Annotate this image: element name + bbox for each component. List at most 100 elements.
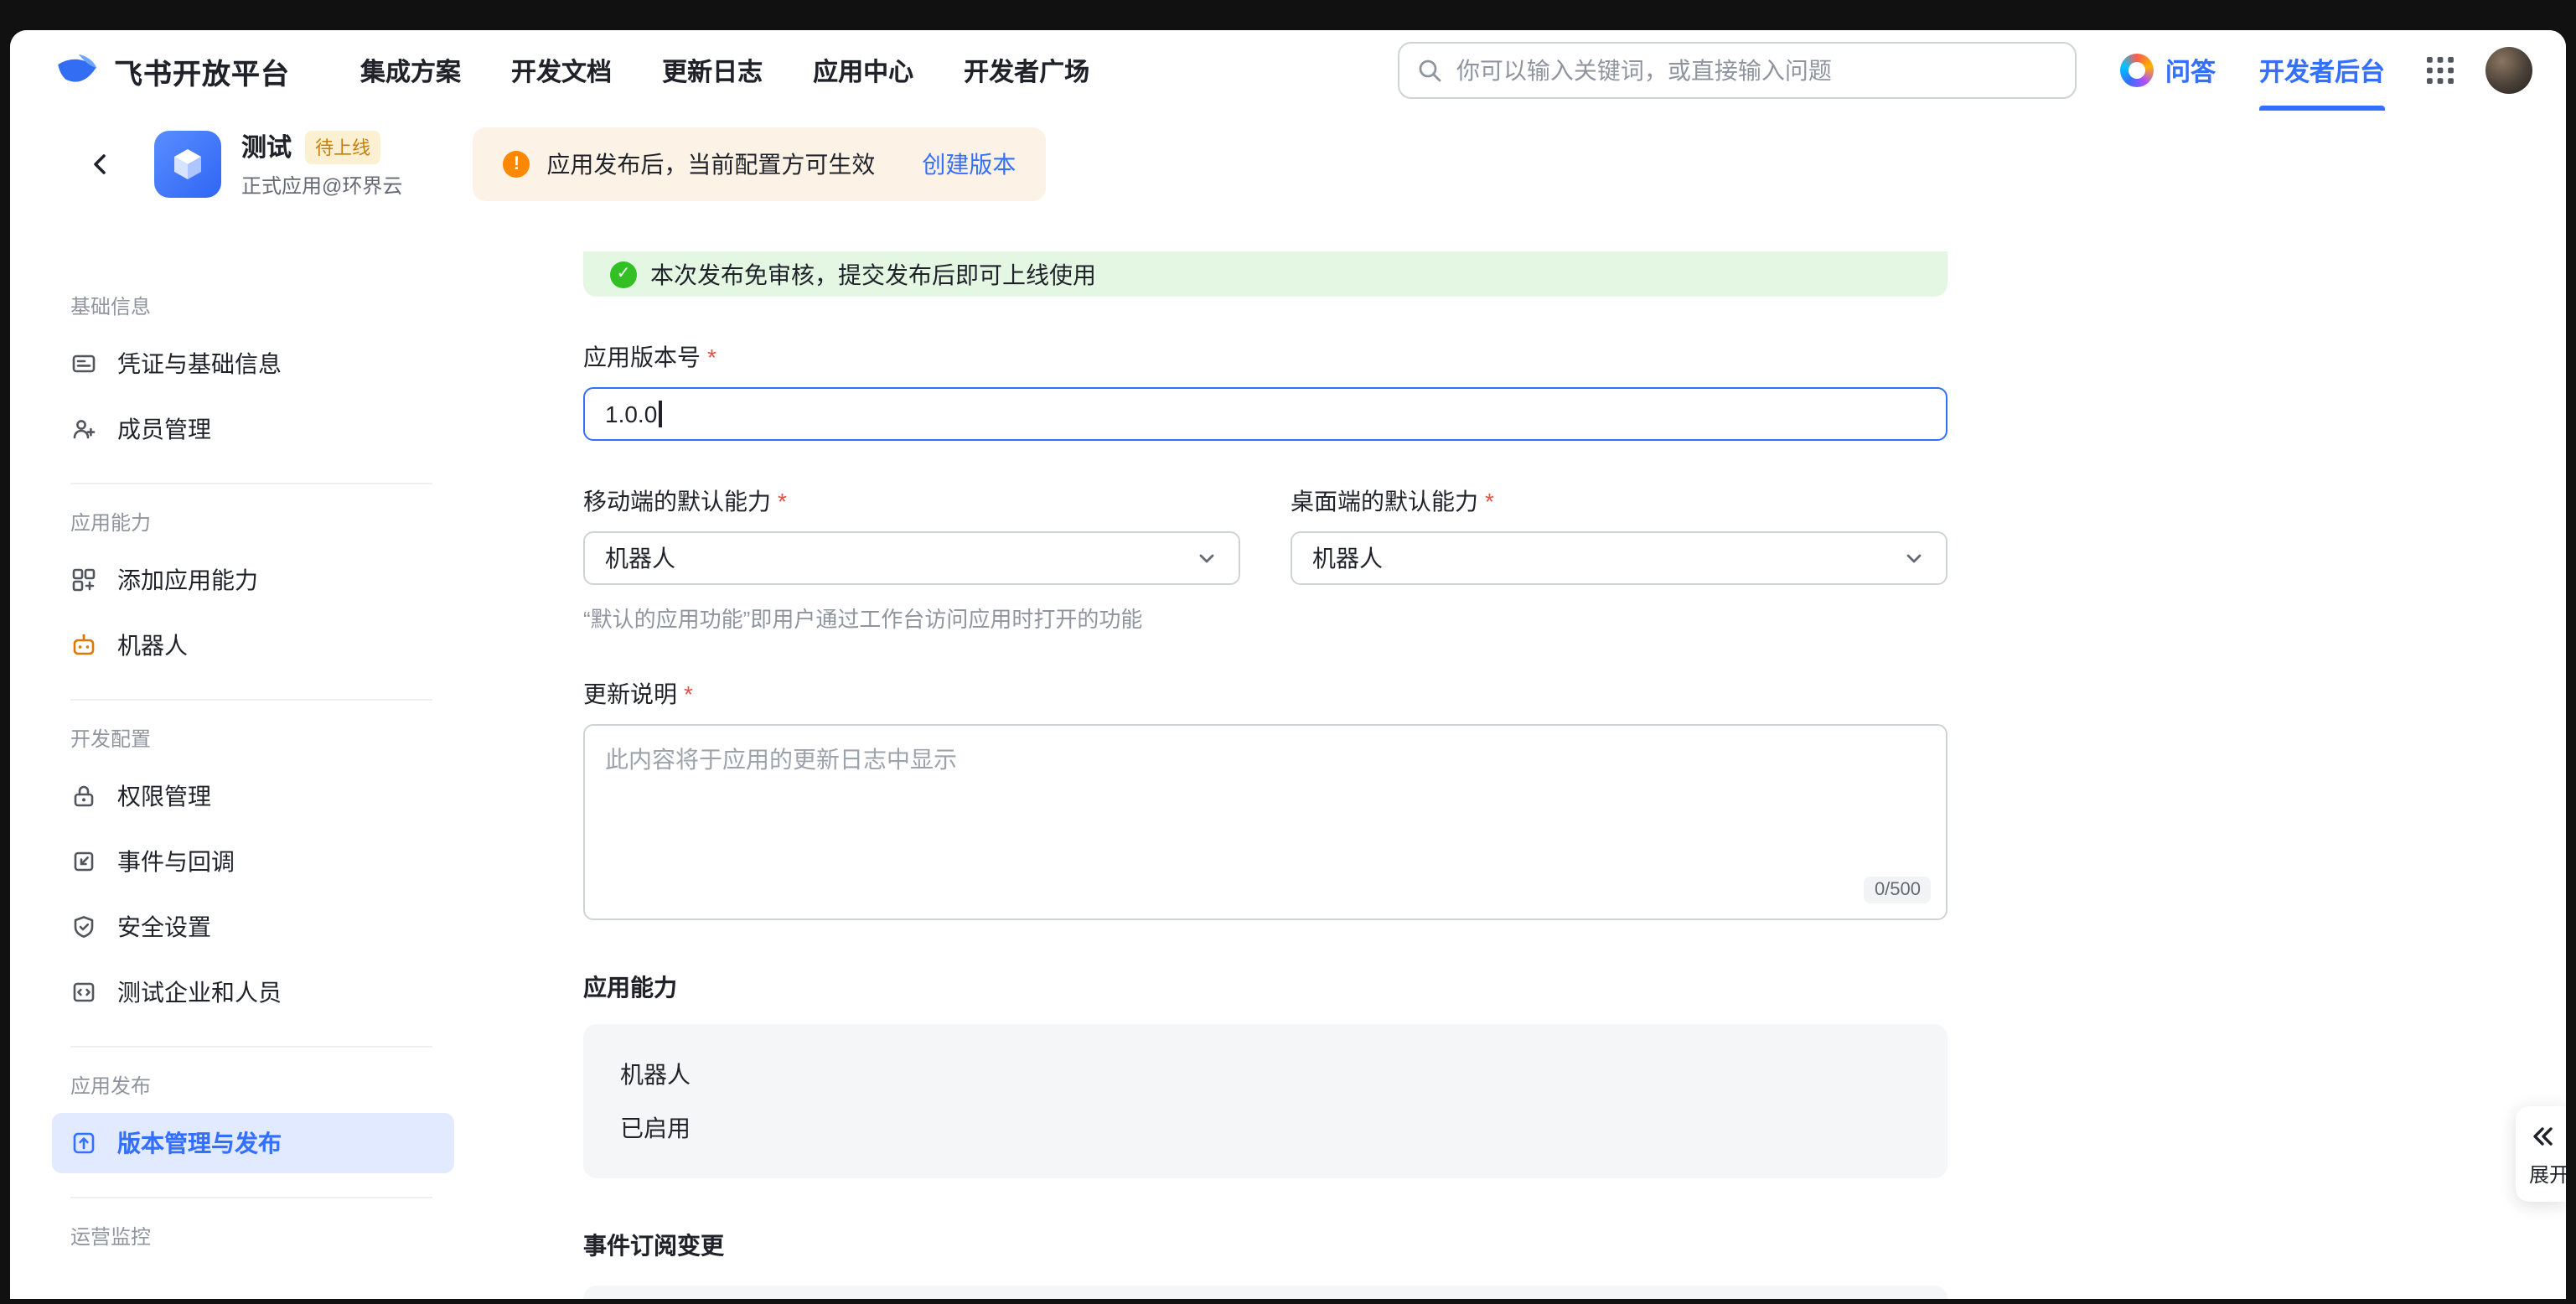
desktop-capability-value: 机器人	[1312, 541, 1383, 575]
page-body: 基础信息 凭证与基础信息 成员管理 应用能力	[10, 218, 2566, 1299]
update-notes-label: 更新说明 *	[583, 677, 1948, 711]
required-marker: *	[1485, 488, 1494, 515]
sidebar: 基础信息 凭证与基础信息 成员管理 应用能力	[10, 218, 516, 1299]
sidebar-divider	[70, 1197, 432, 1198]
bot-icon	[70, 632, 97, 659]
search-icon	[1416, 57, 1443, 84]
sidebar-item-label: 添加应用能力	[117, 563, 258, 597]
search-box[interactable]	[1398, 42, 2077, 99]
sidebar-item-label: 机器人	[117, 629, 188, 662]
sidebar-section-capabilities: 应用能力	[52, 508, 516, 536]
permission-lock-icon	[70, 783, 97, 810]
nav-changelog[interactable]: 更新日志	[662, 53, 763, 88]
required-marker: *	[684, 680, 693, 707]
browser-page: 飞书开放平台 集成方案 开发文档 更新日志 应用中心 开发者广场 问答	[10, 30, 2566, 1299]
sidebar-section-basic-info: 基础信息	[52, 292, 516, 320]
expand-panel-button[interactable]: 展开	[2516, 1106, 2566, 1202]
qa-button[interactable]: 问答	[2120, 53, 2216, 88]
user-avatar[interactable]	[2485, 47, 2532, 94]
apps-grid-icon[interactable]	[2425, 55, 2455, 85]
app-name: 测试	[241, 129, 292, 164]
events-summary-box	[583, 1286, 1948, 1299]
sidebar-item-credentials[interactable]: 凭证与基础信息	[52, 334, 454, 394]
capability-hint: “默认的应用功能”即用户通过工作台访问应用时打开的功能	[583, 602, 1948, 634]
sidebar-section-release: 应用发布	[52, 1071, 516, 1100]
sidebar-divider	[70, 699, 432, 701]
feishu-logo-icon	[54, 47, 101, 94]
success-check-icon	[610, 261, 637, 287]
qa-label: 问答	[2165, 53, 2216, 88]
nav-dev-docs[interactable]: 开发文档	[511, 53, 612, 88]
cube-icon	[168, 144, 208, 184]
version-release-icon	[70, 1130, 97, 1157]
sidebar-section-dev-config: 开发配置	[52, 724, 516, 753]
chevron-down-icon	[1902, 546, 1926, 570]
update-notes-textarea[interactable]	[583, 724, 1948, 920]
sidebar-item-bot[interactable]: 机器人	[52, 615, 454, 675]
version-field	[583, 387, 1948, 441]
desktop-capability-select[interactable]: 机器人	[1291, 531, 1948, 585]
version-input[interactable]	[583, 387, 1948, 441]
chevron-down-icon	[1195, 546, 1218, 570]
nav-developer-console[interactable]: 开发者后台	[2259, 30, 2385, 111]
required-marker: *	[778, 488, 787, 515]
sidebar-item-label: 版本管理与发布	[117, 1126, 282, 1160]
sidebar-divider	[70, 483, 432, 484]
capability-summary-box: 机器人 已启用	[583, 1024, 1948, 1178]
version-label: 应用版本号 *	[583, 340, 1948, 374]
sidebar-item-events-callbacks[interactable]: 事件与回调	[52, 831, 454, 892]
char-counter: 0/500	[1865, 877, 1931, 903]
status-badge: 待上线	[305, 130, 380, 163]
sidebar-item-label: 权限管理	[117, 779, 211, 813]
app-icon	[154, 131, 221, 198]
qa-icon	[2120, 54, 2154, 87]
primary-nav: 集成方案 开发文档 更新日志 应用中心 开发者广场	[360, 53, 1089, 88]
capability-name: 机器人	[620, 1058, 1911, 1091]
review-exempt-banner: 本次发布免审核，提交发布后即可上线使用	[583, 251, 1948, 297]
warning-icon	[503, 151, 530, 178]
sidebar-item-security[interactable]: 安全设置	[52, 897, 454, 957]
sidebar-item-permissions[interactable]: 权限管理	[52, 766, 454, 826]
nav-app-center[interactable]: 应用中心	[813, 53, 913, 88]
capability-status: 已启用	[620, 1111, 1911, 1145]
required-marker: *	[707, 344, 716, 370]
update-notes-field: 0/500	[583, 724, 1948, 920]
expand-label: 展开	[2529, 1160, 2566, 1188]
events-section-title: 事件订阅变更	[583, 1229, 1948, 1262]
sidebar-item-label: 凭证与基础信息	[117, 347, 282, 380]
sidebar-item-test-org[interactable]: 测试企业和人员	[52, 962, 454, 1022]
top-navigation: 飞书开放平台 集成方案 开发文档 更新日志 应用中心 开发者广场 问答	[10, 30, 2566, 111]
sidebar-item-members[interactable]: 成员管理	[52, 399, 454, 459]
publish-alert-banner: 应用发布后，当前配置方可生效 创建版本	[473, 127, 1046, 201]
sidebar-item-label: 安全设置	[117, 910, 211, 944]
search-input[interactable]	[1456, 57, 2058, 84]
back-button[interactable]	[77, 141, 124, 188]
back-chevron-icon	[87, 151, 114, 178]
developer-console-label: 开发者后台	[2259, 53, 2385, 88]
mobile-capability-label: 移动端的默认能力 *	[583, 484, 1240, 518]
alert-text: 应用发布后，当前配置方可生效	[546, 147, 875, 181]
nav-developer-plaza[interactable]: 开发者广场	[964, 53, 1089, 88]
double-chevron-left-icon	[2529, 1123, 2556, 1150]
success-banner-text: 本次发布免审核，提交发布后即可上线使用	[650, 257, 1096, 291]
test-org-icon	[70, 979, 97, 1006]
mobile-capability-value: 机器人	[605, 541, 675, 575]
sidebar-section-monitoring: 运营监控	[52, 1222, 516, 1250]
sidebar-item-label: 测试企业和人员	[117, 975, 282, 1009]
create-version-link[interactable]: 创建版本	[922, 147, 1016, 181]
sidebar-item-add-capability[interactable]: 添加应用能力	[52, 550, 454, 610]
text-caret	[659, 401, 661, 427]
screen: 飞书开放平台 集成方案 开发文档 更新日志 应用中心 开发者广场 问答	[0, 0, 2576, 1304]
desktop-capability-label: 桌面端的默认能力 *	[1291, 484, 1948, 518]
app-subtitle: 正式应用@环界云	[241, 171, 402, 199]
capability-section-title: 应用能力	[583, 970, 1948, 1004]
sidebar-divider	[70, 1046, 432, 1048]
feishu-logo[interactable]: 飞书开放平台	[54, 47, 290, 94]
sidebar-item-version-release[interactable]: 版本管理与发布	[52, 1113, 454, 1173]
mobile-capability-select[interactable]: 机器人	[583, 531, 1240, 585]
logo-text: 飞书开放平台	[114, 49, 290, 91]
app-header: 测试 待上线 正式应用@环界云 应用发布后，当前配置方可生效 创建版本	[10, 111, 2566, 218]
members-icon	[70, 416, 97, 442]
nav-integration-solutions[interactable]: 集成方案	[360, 53, 461, 88]
app-meta: 测试 待上线 正式应用@环界云	[241, 129, 402, 199]
